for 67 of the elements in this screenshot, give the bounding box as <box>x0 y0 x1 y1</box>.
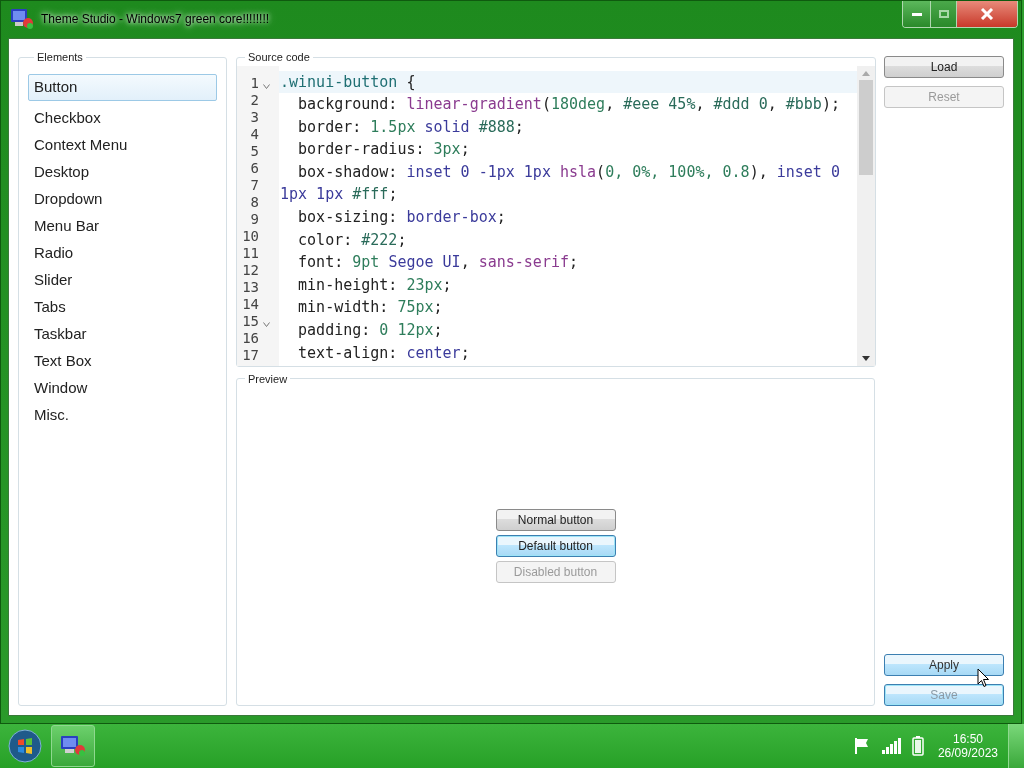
line-number: 4 <box>249 127 259 141</box>
line-number: 11 <box>241 246 259 260</box>
code-line: border-radius: 3px; <box>297 139 471 161</box>
close-button[interactable] <box>957 1 1017 27</box>
line-number: 14 <box>241 297 259 311</box>
signal-icon[interactable] <box>881 738 902 754</box>
close-icon <box>980 8 994 20</box>
code-line: min-width: 75px; <box>297 297 444 319</box>
flag-icon[interactable] <box>853 737 870 755</box>
element-list-item[interactable]: Checkbox <box>28 104 217 132</box>
button[interactable]: Default button <box>495 535 616 557</box>
fold-icon[interactable] <box>263 83 270 89</box>
element-list-item[interactable]: Slider <box>28 266 217 294</box>
panel-legend: Elements <box>34 49 86 66</box>
element-list-item[interactable]: Dropdown <box>28 185 217 213</box>
code-line: box-shadow: inset 0 -1px 1px hsla(0, 0%, 100%, 0.8), inset 0 1px 1px #fff; <box>279 161 841 206</box>
code-line: padding: 0 12px; <box>297 320 444 342</box>
line-number: 9 <box>249 212 259 226</box>
line-number: 1 <box>249 76 259 90</box>
line-number: 10 <box>241 229 259 243</box>
code-line: text-align: center; <box>297 342 471 364</box>
window-title: Theme Studio - Windows7 green core!!!!!!!! <box>41 11 270 28</box>
minimize-button[interactable] <box>903 1 931 27</box>
panel-legend: Preview <box>245 370 291 387</box>
element-list-item[interactable]: Text Box <box>28 347 217 375</box>
battery-icon[interactable] <box>911 736 924 756</box>
taskbar-app-button[interactable] <box>51 725 95 767</box>
line-number: 6 <box>249 161 259 175</box>
element-list-item[interactable]: Button <box>28 73 217 101</box>
button[interactable]: Load <box>884 56 1004 78</box>
element-list-item[interactable]: Context Menu <box>28 131 217 159</box>
line-number: 5 <box>249 144 259 158</box>
line-number: 16 <box>241 331 259 345</box>
element-list-item[interactable]: Window <box>28 374 217 402</box>
fold-icon[interactable] <box>263 321 270 327</box>
line-number: 7 <box>249 178 259 192</box>
clock-date: 26/09/2023 <box>937 746 998 760</box>
element-list-item[interactable]: Radio <box>28 239 217 267</box>
code-line: min-height: 23px; <box>297 274 453 296</box>
code-line: background: linear-gradient(180deg, #eee 45%, #ddd 0, #bbb); <box>297 94 841 116</box>
show-desktop-button[interactable] <box>1008 724 1024 768</box>
button[interactable]: Apply <box>884 654 1004 676</box>
element-list-item[interactable]: Menu Bar <box>28 212 217 240</box>
panel-legend: Source code <box>245 49 313 66</box>
line-number: 13 <box>241 280 259 294</box>
app-icon <box>9 7 35 31</box>
mouse-pointer-icon <box>977 668 990 688</box>
line-number: 3 <box>249 110 259 124</box>
scrollbar[interactable] <box>857 65 875 366</box>
start-orb-icon[interactable] <box>8 729 42 763</box>
button[interactable]: Normal button <box>495 509 616 531</box>
monitor-icon <box>59 733 87 759</box>
element-list-item[interactable]: Misc. <box>28 401 217 429</box>
element-list-item[interactable]: Taskbar <box>28 320 217 348</box>
code-line: color: #222; <box>297 229 408 251</box>
element-list-item[interactable]: Tabs <box>28 293 217 321</box>
line-number: 8 <box>249 195 259 209</box>
line-number: 2 <box>249 93 259 107</box>
line-number: 17 <box>241 348 259 362</box>
code-line: box-sizing: border-box; <box>297 207 507 229</box>
maximize-button[interactable] <box>931 1 957 27</box>
line-number: 15 <box>241 314 259 328</box>
element-list-item[interactable]: Desktop <box>28 158 217 186</box>
code-line: font: 9pt Segoe UI, sans-serif; <box>297 252 580 274</box>
code-line: border: 1.5px solid #888; <box>297 116 525 138</box>
clock-time: 16:50 <box>952 732 983 746</box>
line-number: 12 <box>241 263 259 277</box>
